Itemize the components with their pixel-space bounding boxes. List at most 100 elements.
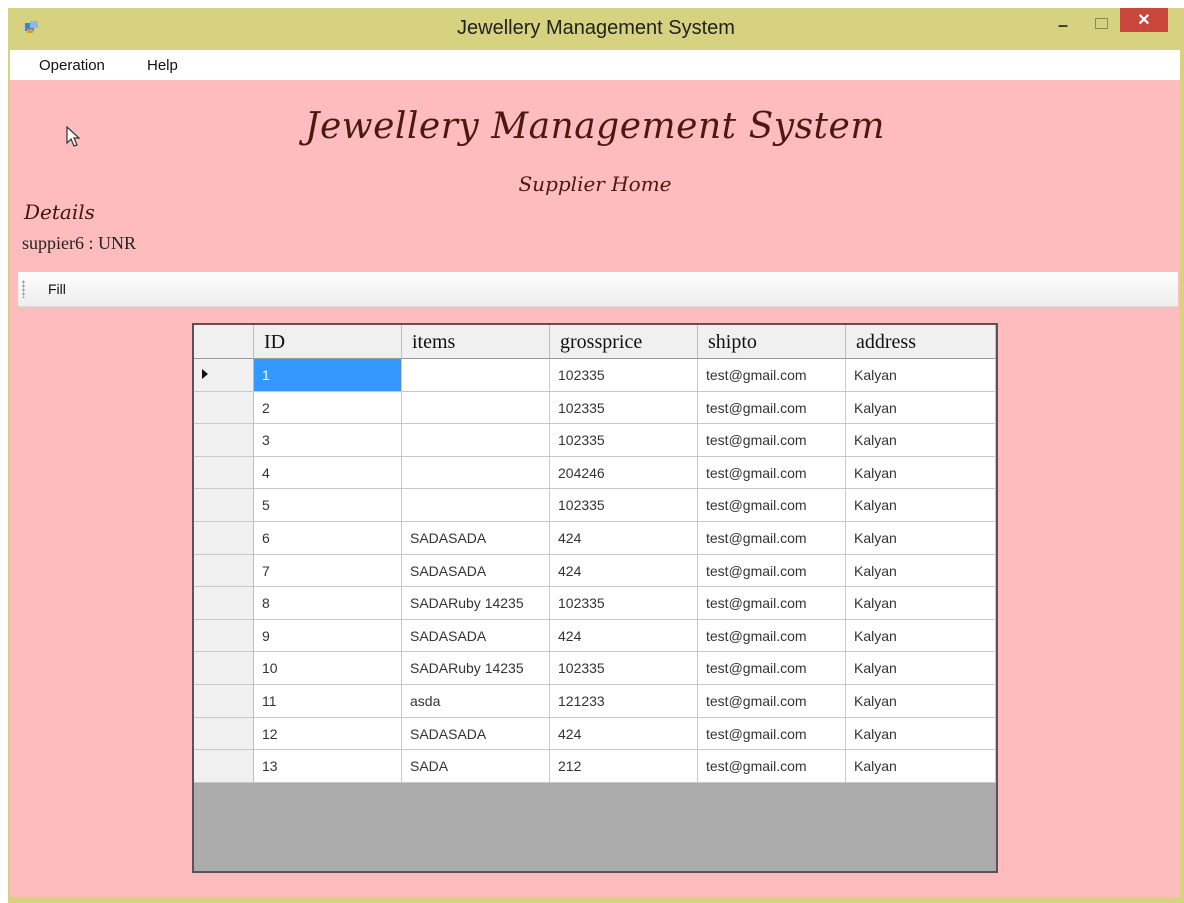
- column-header-grossprice[interactable]: grossprice: [550, 325, 698, 359]
- cell-grossprice[interactable]: 102335: [550, 587, 698, 620]
- row-header[interactable]: [194, 619, 254, 653]
- cell-address[interactable]: Kalyan: [846, 554, 996, 588]
- column-header-shipto[interactable]: shipto: [698, 325, 846, 359]
- cell-id[interactable]: 4: [254, 456, 402, 490]
- cell-shipto[interactable]: test@gmail.com: [698, 489, 846, 522]
- cell-grossprice[interactable]: 102335: [550, 424, 698, 457]
- menu-help[interactable]: Help: [147, 57, 178, 74]
- data-grid[interactable]: ID items grossprice shipto address 1 1023…: [192, 323, 998, 873]
- row-header[interactable]: [194, 359, 254, 392]
- menu-operation[interactable]: Operation: [39, 57, 105, 74]
- table-row[interactable]: 5 102335 test@gmail.com Kalyan: [194, 489, 996, 522]
- cell-grossprice[interactable]: 102335: [550, 489, 698, 522]
- cell-id[interactable]: 9: [254, 619, 402, 653]
- row-header[interactable]: [194, 456, 254, 490]
- cell-id[interactable]: 1: [254, 359, 402, 392]
- row-header[interactable]: [194, 587, 254, 620]
- table-row[interactable]: 12 SADASADA 424 test@gmail.com Kalyan: [194, 717, 996, 751]
- row-header[interactable]: [194, 554, 254, 588]
- row-header[interactable]: [194, 717, 254, 751]
- cell-items[interactable]: [402, 424, 550, 457]
- cell-id[interactable]: 10: [254, 652, 402, 685]
- row-header[interactable]: [194, 391, 254, 425]
- row-header[interactable]: [194, 684, 254, 718]
- table-row[interactable]: 8 SADARuby 14235 102335 test@gmail.com Kalya…: [194, 587, 996, 620]
- cell-shipto[interactable]: test@gmail.com: [698, 619, 846, 653]
- column-header-address[interactable]: address: [846, 325, 996, 359]
- cell-shipto[interactable]: test@gmail.com: [698, 424, 846, 457]
- table-row[interactable]: 11 asda 121233 test@gmail.com Kalyan: [194, 684, 996, 718]
- cell-grossprice[interactable]: 424: [550, 554, 698, 588]
- cell-id[interactable]: 11: [254, 684, 402, 718]
- fill-button[interactable]: Fill: [48, 281, 66, 297]
- cell-address[interactable]: Kalyan: [846, 521, 996, 555]
- cell-id[interactable]: 5: [254, 489, 402, 522]
- cell-address[interactable]: Kalyan: [846, 489, 996, 522]
- cell-shipto[interactable]: test@gmail.com: [698, 717, 846, 751]
- row-header[interactable]: [194, 489, 254, 522]
- cell-id[interactable]: 2: [254, 391, 402, 425]
- cell-address[interactable]: Kalyan: [846, 750, 996, 783]
- cell-items[interactable]: SADASADA: [402, 521, 550, 555]
- cell-items[interactable]: SADASADA: [402, 554, 550, 588]
- cell-address[interactable]: Kalyan: [846, 619, 996, 653]
- maximize-button[interactable]: [1086, 10, 1116, 36]
- table-row[interactable]: 7 SADASADA 424 test@gmail.com Kalyan: [194, 554, 996, 588]
- title-bar[interactable]: Jewellery Management System – ✕: [8, 8, 1184, 50]
- cell-items[interactable]: [402, 489, 550, 522]
- cell-id[interactable]: 6: [254, 521, 402, 555]
- row-header[interactable]: [194, 521, 254, 555]
- close-button[interactable]: ✕: [1120, 8, 1168, 32]
- table-row[interactable]: 3 102335 test@gmail.com Kalyan: [194, 424, 996, 457]
- cell-items[interactable]: SADASADA: [402, 717, 550, 751]
- cell-address[interactable]: Kalyan: [846, 717, 996, 751]
- cell-id[interactable]: 7: [254, 554, 402, 588]
- table-row[interactable]: 2 102335 test@gmail.com Kalyan: [194, 391, 996, 425]
- cell-shipto[interactable]: test@gmail.com: [698, 391, 846, 425]
- toolstrip-grip[interactable]: [22, 280, 25, 298]
- cell-grossprice[interactable]: 204246: [550, 456, 698, 490]
- cell-grossprice[interactable]: 424: [550, 619, 698, 653]
- row-header[interactable]: [194, 424, 254, 457]
- cell-address[interactable]: Kalyan: [846, 359, 996, 392]
- row-header-corner[interactable]: [194, 325, 254, 359]
- cell-shipto[interactable]: test@gmail.com: [698, 521, 846, 555]
- table-row[interactable]: 6 SADASADA 424 test@gmail.com Kalyan: [194, 521, 996, 555]
- table-row[interactable]: 13 SADA 212 test@gmail.com Kalyan: [194, 750, 996, 783]
- cell-items[interactable]: SADARuby 14235: [402, 652, 550, 685]
- cell-address[interactable]: Kalyan: [846, 684, 996, 718]
- cell-shipto[interactable]: test@gmail.com: [698, 359, 846, 392]
- cell-shipto[interactable]: test@gmail.com: [698, 652, 846, 685]
- cell-shipto[interactable]: test@gmail.com: [698, 554, 846, 588]
- cell-grossprice[interactable]: 102335: [550, 359, 698, 392]
- minimize-button[interactable]: –: [1048, 12, 1078, 38]
- cell-items[interactable]: SADA: [402, 750, 550, 783]
- cell-address[interactable]: Kalyan: [846, 587, 996, 620]
- cell-address[interactable]: Kalyan: [846, 456, 996, 490]
- cell-shipto[interactable]: test@gmail.com: [698, 587, 846, 620]
- cell-items[interactable]: [402, 456, 550, 490]
- cell-id[interactable]: 3: [254, 424, 402, 457]
- cell-id[interactable]: 12: [254, 717, 402, 751]
- cell-id[interactable]: 8: [254, 587, 402, 620]
- table-row[interactable]: 10 SADARuby 14235 102335 test@gmail.com Kaly…: [194, 652, 996, 685]
- table-row[interactable]: 9 SADASADA 424 test@gmail.com Kalyan: [194, 619, 996, 653]
- column-header-id[interactable]: ID: [254, 325, 402, 359]
- cell-items[interactable]: [402, 359, 550, 392]
- cell-address[interactable]: Kalyan: [846, 424, 996, 457]
- row-header[interactable]: [194, 750, 254, 783]
- cell-grossprice[interactable]: 121233: [550, 684, 698, 718]
- cell-shipto[interactable]: test@gmail.com: [698, 456, 846, 490]
- cell-address[interactable]: Kalyan: [846, 652, 996, 685]
- column-header-items[interactable]: items: [402, 325, 550, 359]
- cell-items[interactable]: SADARuby 14235: [402, 587, 550, 620]
- cell-shipto[interactable]: test@gmail.com: [698, 684, 846, 718]
- cell-items[interactable]: SADASADA: [402, 619, 550, 653]
- table-row[interactable]: 1 102335 test@gmail.com Kalyan: [194, 359, 996, 392]
- table-row[interactable]: 4 204246 test@gmail.com Kalyan: [194, 456, 996, 490]
- cell-grossprice[interactable]: 424: [550, 717, 698, 751]
- cell-grossprice[interactable]: 102335: [550, 391, 698, 425]
- cell-grossprice[interactable]: 424: [550, 521, 698, 555]
- cell-id[interactable]: 13: [254, 750, 402, 783]
- cell-address[interactable]: Kalyan: [846, 391, 996, 425]
